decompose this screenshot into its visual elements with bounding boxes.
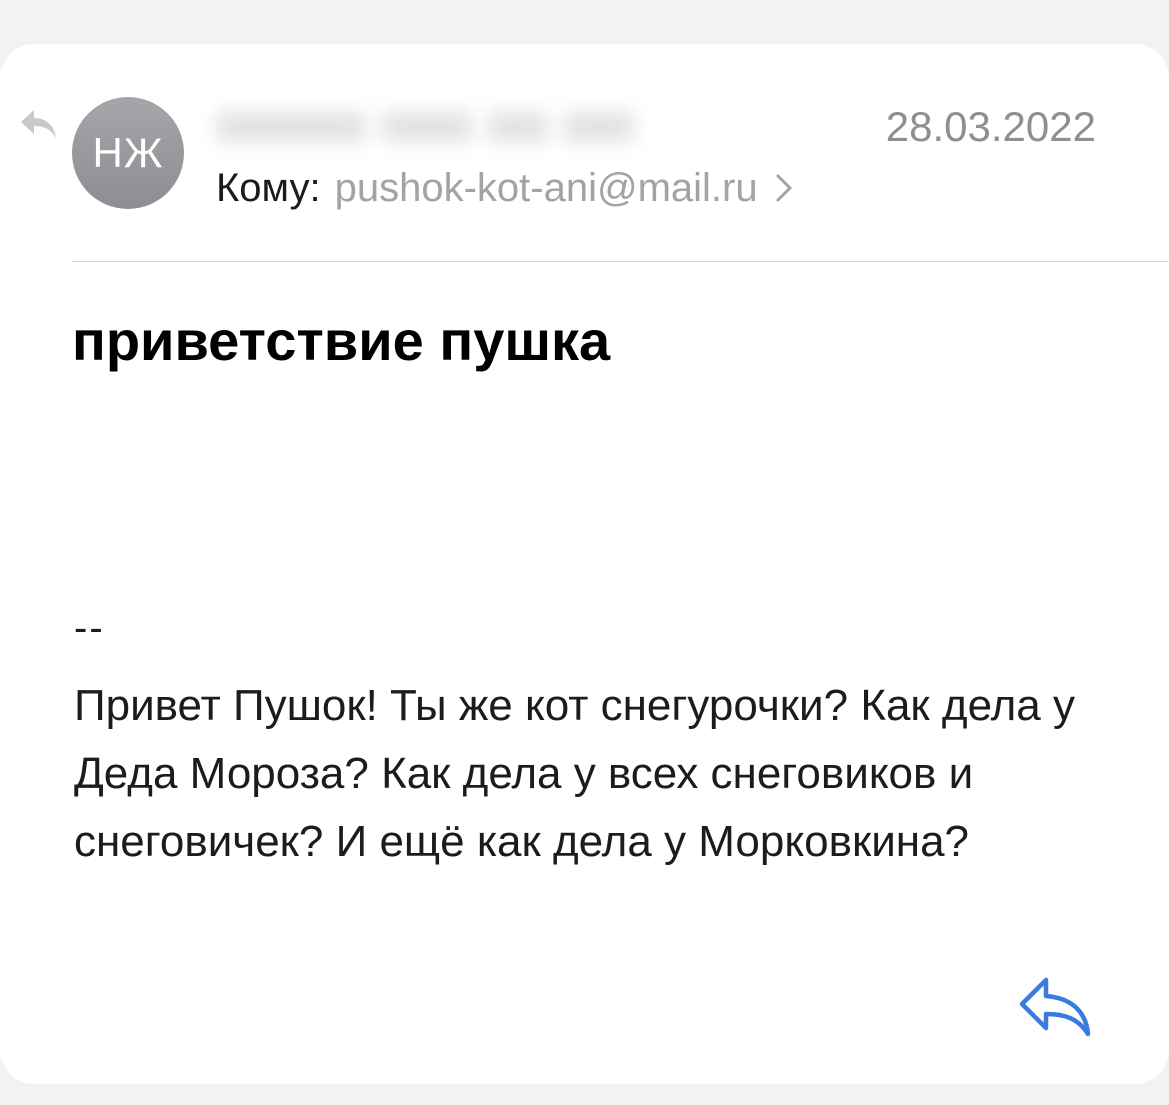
chevron-right-icon[interactable]	[774, 172, 794, 204]
recipient-address[interactable]: pushok-kot-ani@mail.ru	[335, 166, 758, 211]
sender-avatar[interactable]: НЖ	[72, 97, 184, 209]
recipient-row[interactable]: Кому: pushok-kot-ani@mail.ru	[216, 163, 794, 213]
header-divider	[72, 261, 1169, 262]
replied-arrow-icon	[21, 110, 56, 138]
signature-separator: --	[74, 606, 105, 650]
message-date: 28.03.2022	[885, 103, 1096, 150]
message-subject: приветствие пушка	[72, 309, 611, 372]
sender-name-redacted	[216, 112, 656, 146]
reply-button[interactable]	[1016, 972, 1096, 1044]
to-label: Кому:	[216, 165, 321, 210]
message-body: Привет Пушок! Ты же кот снегурочки? Как …	[74, 681, 1075, 866]
